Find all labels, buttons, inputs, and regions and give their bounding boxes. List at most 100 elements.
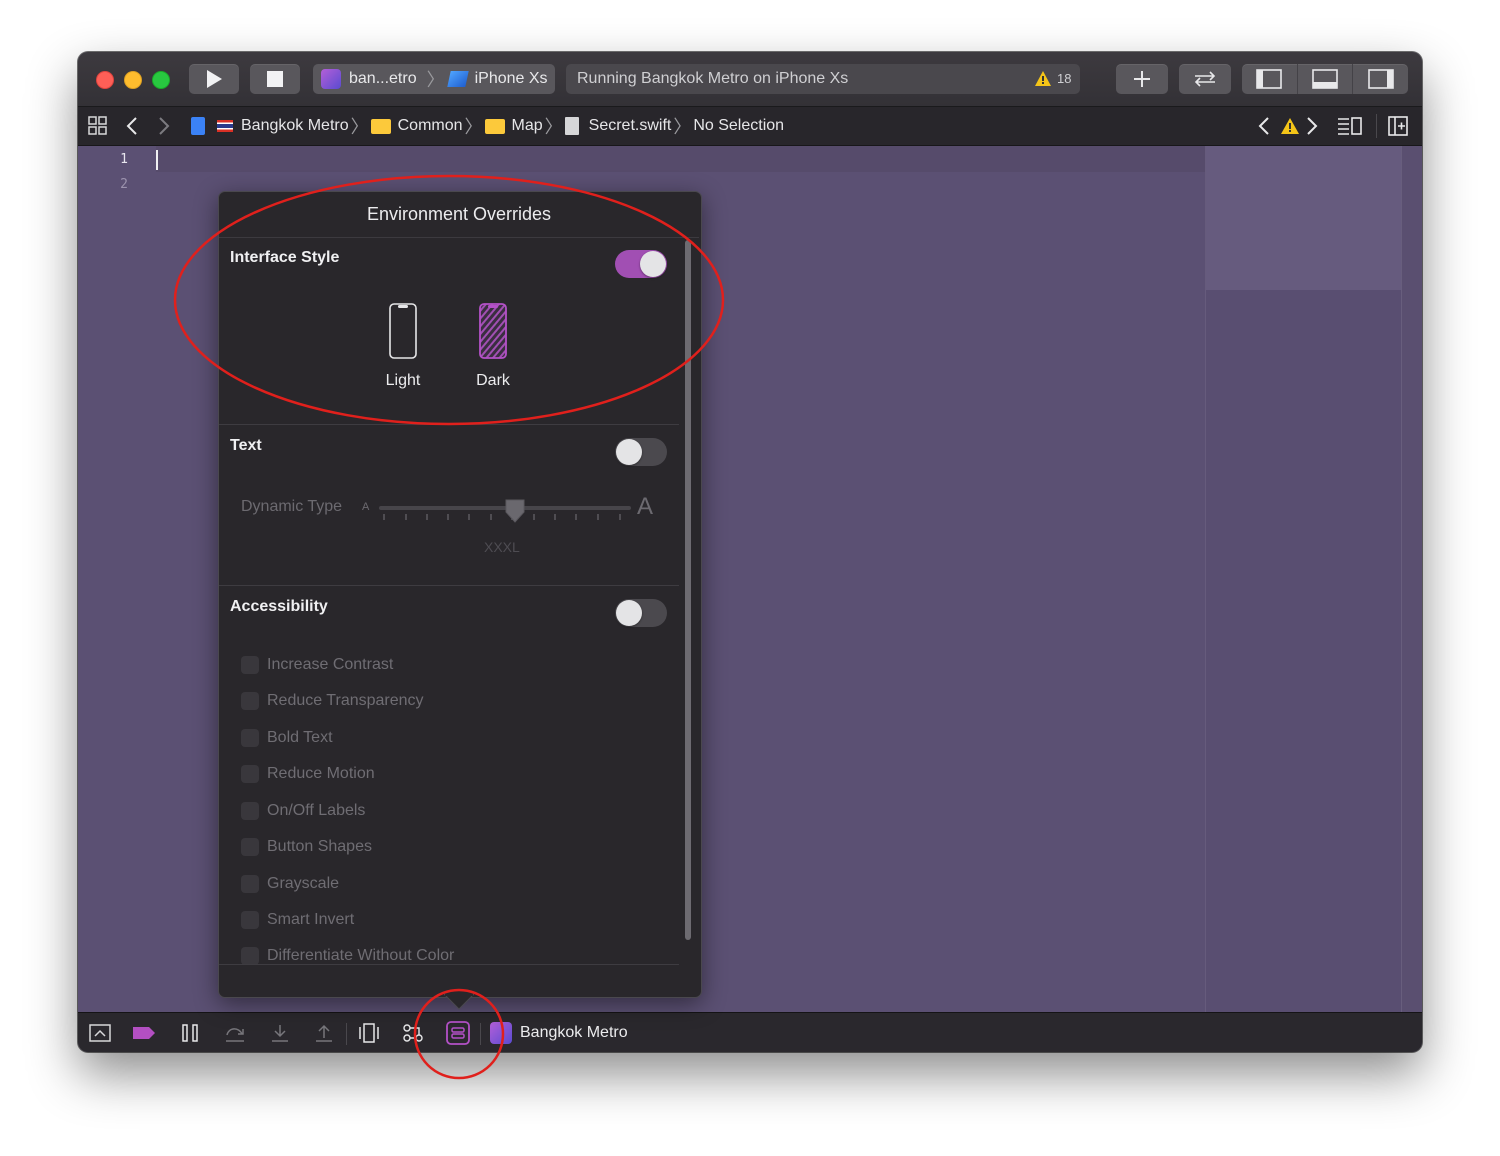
option-label: Reduce Transparency [267, 692, 424, 709]
breadcrumb-item-project[interactable]: Bangkok Metro [241, 117, 349, 135]
scheme-app-label: ban...etro [349, 70, 417, 87]
process-selector[interactable]: Bangkok Metro [490, 1022, 628, 1044]
code-review-button[interactable] [1179, 64, 1231, 94]
option-label: Smart Invert [267, 911, 355, 928]
breadcrumb-item-selection[interactable]: No Selection [693, 117, 784, 135]
app-icon [321, 69, 341, 89]
library-button[interactable] [1116, 64, 1168, 94]
minimap-visible-region[interactable] [1206, 146, 1401, 290]
reduce-transparency-option[interactable]: Reduce Transparency [241, 690, 424, 712]
pause-icon [182, 1024, 198, 1042]
environment-overrides-button[interactable] [445, 1021, 471, 1045]
lines-icon [1338, 117, 1362, 135]
folder-icon [370, 118, 391, 134]
text-label: Text [230, 437, 262, 454]
interface-style-toggle[interactable] [615, 250, 667, 278]
editor-options-button[interactable] [1337, 107, 1363, 145]
step-out-button[interactable] [311, 1021, 337, 1045]
grayscale-option[interactable]: Grayscale [241, 873, 339, 895]
breakpoints-toggle-button[interactable] [131, 1021, 157, 1045]
inspector-toggle-button[interactable] [1352, 64, 1409, 94]
chevron-left-icon [126, 117, 137, 135]
run-button[interactable] [189, 64, 239, 94]
section-divider [219, 424, 679, 425]
issue-warning-icon[interactable] [1280, 107, 1300, 145]
reduce-motion-option[interactable]: Reduce Motion [241, 763, 375, 785]
smart-invert-option[interactable]: Smart Invert [241, 909, 354, 931]
inspector-icon [1368, 69, 1394, 89]
memory-graph-icon [403, 1024, 423, 1042]
close-window-button[interactable] [96, 71, 114, 89]
forward-button[interactable] [158, 107, 170, 145]
chevron-left-icon [1258, 117, 1269, 135]
play-icon [207, 70, 222, 88]
option-label: Differentiate Without Color [267, 947, 455, 964]
breadcrumb-item-map[interactable]: Map [512, 117, 543, 135]
popover-footer-divider [219, 964, 679, 965]
debug-area-toggle-button[interactable] [1297, 64, 1352, 94]
project-icon [191, 117, 205, 135]
iphone-dark-icon [479, 303, 507, 359]
option-label: Reduce Motion [267, 765, 375, 782]
step-over-icon [226, 1028, 244, 1042]
dynamic-type-label: Dynamic Type [241, 498, 343, 515]
stop-button[interactable] [250, 64, 300, 94]
checkbox[interactable] [241, 802, 259, 820]
view-hierarchy-button[interactable] [356, 1021, 382, 1045]
minimize-window-button[interactable] [124, 71, 142, 89]
text-toggle[interactable] [615, 438, 667, 466]
line-number: 2 [120, 177, 128, 192]
breadcrumb-item-file[interactable]: Secret.swift [589, 117, 672, 135]
small-a-label: A [362, 501, 370, 513]
back-button[interactable] [126, 107, 138, 145]
chevron-right-icon [1307, 117, 1318, 135]
navigator-toggle-button[interactable] [1242, 64, 1296, 94]
option-label: Bold Text [267, 729, 333, 746]
breadcrumb-item-common[interactable]: Common [398, 117, 463, 135]
accessibility-label: Accessibility [230, 598, 328, 615]
breadcrumb: Bangkok Metro 〉 Common 〉 Map 〉 Secret.sw… [191, 107, 784, 145]
warning-icon[interactable] [1034, 70, 1052, 92]
toggle-knob [640, 251, 666, 277]
step-into-button[interactable] [267, 1021, 293, 1045]
checkbox[interactable] [241, 729, 259, 747]
hide-debug-area-button[interactable] [87, 1021, 113, 1045]
flag-icon [217, 120, 233, 132]
checkbox[interactable] [241, 765, 259, 783]
checkbox[interactable] [241, 875, 259, 893]
step-over-button[interactable] [222, 1021, 248, 1045]
scheme-device-label: iPhone Xs [474, 70, 548, 87]
dynamic-type-value: XXXL [484, 539, 520, 555]
button-shapes-option[interactable]: Button Shapes [241, 836, 372, 858]
bold-text-option[interactable]: Bold Text [241, 727, 333, 749]
checkbox[interactable] [241, 692, 259, 710]
scrollbar-thumb[interactable] [685, 240, 691, 940]
memory-graph-button[interactable] [400, 1021, 426, 1045]
separator [346, 1023, 347, 1045]
popover-scrollbar[interactable] [682, 240, 694, 940]
on-off-labels-option[interactable]: On/Off Labels [241, 800, 365, 822]
related-items-button[interactable] [88, 107, 108, 145]
light-option[interactable] [389, 303, 417, 359]
accessibility-toggle[interactable] [615, 599, 667, 627]
chevron-right-icon [159, 117, 170, 135]
editor-scrollbar[interactable] [1401, 146, 1422, 1012]
light-option-label: Light [385, 372, 421, 389]
checkbox[interactable] [241, 838, 259, 856]
checkbox[interactable] [241, 656, 259, 674]
checkbox[interactable] [241, 911, 259, 929]
pause-button[interactable] [177, 1021, 203, 1045]
add-editor-button[interactable] [1388, 107, 1408, 145]
slider-thumb[interactable] [504, 498, 526, 524]
zoom-window-button[interactable] [152, 71, 170, 89]
checkbox[interactable] [241, 947, 259, 965]
option-label: On/Off Labels [267, 802, 366, 819]
dark-option[interactable] [479, 303, 507, 359]
increase-contrast-option[interactable]: Increase Contrast [241, 654, 393, 676]
scheme-selector[interactable]: ban...etro 〉 iPhone Xs [313, 64, 555, 94]
interface-style-label: Interface Style [230, 249, 340, 266]
text-cursor [156, 150, 158, 170]
previous-issue-button[interactable] [1258, 107, 1270, 145]
next-issue-button[interactable] [1306, 107, 1318, 145]
iphone-light-icon [389, 303, 417, 359]
